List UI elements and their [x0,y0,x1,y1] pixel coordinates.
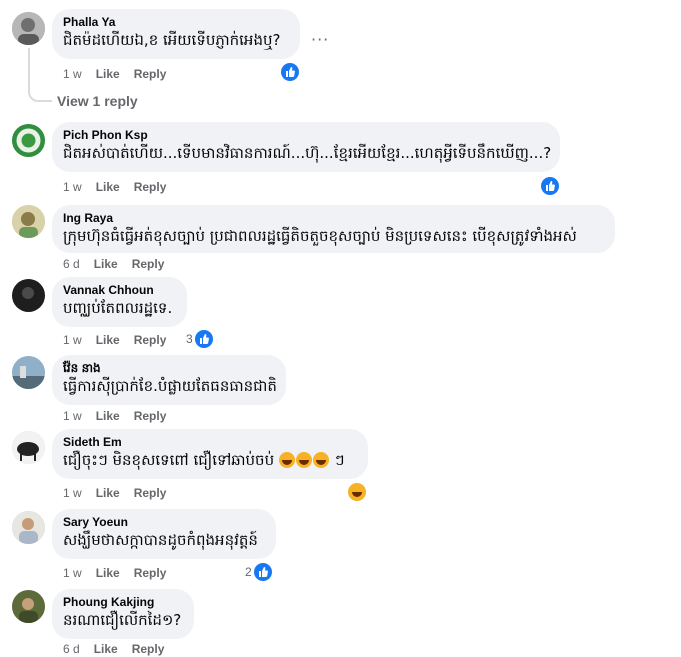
comment-bubble: Sary Yoeun សង្ឃឹមថាសក្កាបានដូចកំពុងអនុវត… [52,509,276,559]
reaction-summary[interactable] [541,177,559,195]
comment-text: នរណាជឿលើកដៃ១? [63,611,182,629]
avatar[interactable] [12,124,45,157]
reaction-count: 3 [186,332,193,346]
comment-actions: 6 d Like Reply [63,257,178,271]
like-button[interactable]: Like [96,486,120,500]
comment-bubble: Sideth Em ជឿចុះៗ មិនខុសទេពៅ ជឿទៅឆាប់ចប់ … [52,429,368,479]
comment-actions: 1 w Like Reply [63,67,180,81]
like-button[interactable]: Like [94,642,118,656]
thumbs-up-icon [194,330,213,348]
comment-author[interactable]: Sideth Em [63,435,356,450]
avatar[interactable] [12,511,45,544]
more-options-icon[interactable]: ··· [311,30,329,49]
reaction-summary[interactable]: 3 [186,330,213,348]
reply-button[interactable]: Reply [134,486,167,500]
avatar[interactable] [12,356,45,389]
comment-actions: 1 w Like Reply [63,180,180,194]
thumbs-up-icon [253,563,272,581]
comment-time[interactable]: 1 w [63,486,82,500]
comment-actions: 1 w Like Reply [63,333,180,347]
comment-text: ធ្វើការស៊ីប្រាក់ខែ.បំផ្លាយតែធនធានជាតិ [63,377,277,395]
reply-button[interactable]: Reply [134,333,167,347]
comment-text: ជឿចុះៗ មិនខុសទេពៅ ជឿទៅឆាប់ចប់ ៗ [63,450,356,470]
comment-text-suffix: ៗ [334,451,345,469]
comment-author[interactable]: Ing Raya [63,211,603,226]
reaction-summary[interactable]: 2 [245,563,272,581]
like-button[interactable]: Like [96,333,120,347]
like-button[interactable]: Like [94,257,118,271]
comment-time[interactable]: 1 w [63,333,82,347]
comment-actions: 6 d Like Reply [63,642,178,656]
avatar[interactable] [12,431,45,464]
comment-actions: 1 w Like Reply [63,409,180,423]
comment-text: សង្ឃឹមថាសក្កាបានដូចកំពុងអនុវត្តន៍ [63,531,258,549]
haha-emoji-icon [295,452,312,468]
comment-time[interactable]: 1 w [63,67,82,81]
comment-author[interactable]: Pich Phon Ksp [63,128,548,143]
like-button[interactable]: Like [96,409,120,423]
reply-button[interactable]: Reply [134,180,167,194]
reaction-summary[interactable] [348,483,366,501]
avatar[interactable] [12,590,45,623]
comment-time[interactable]: 1 w [63,180,82,194]
comment-time[interactable]: 6 d [63,642,80,656]
comment-bubble: Pich Phon Ksp ជិតអស់បាត់ហើយ...ទើបមានវិធា… [52,122,560,172]
comment-bubble: Phoung Kakjing នរណាជឿលើកដៃ១? [52,589,194,639]
comment-author[interactable]: Phalla Ya [63,15,288,30]
comment-text: ក្រុមហ៊ុនធំធ្វើអត់ខុសច្បាប់ ប្រជាពលរដ្ឋធ… [63,227,577,245]
like-button[interactable]: Like [96,180,120,194]
comment-bubble: វ៉ែន នាង ធ្វើការស៊ីប្រាក់ខែ.បំផ្លាយតែធនធ… [52,355,286,405]
haha-emoji-icon [312,452,329,468]
avatar[interactable] [12,12,45,45]
comment-text: បញ្ឈប់តែពលរដ្ឋទេ. [63,299,173,317]
comment-text-main: ជឿចុះៗ មិនខុសទេពៅ ជឿទៅឆាប់ចប់ [63,451,275,469]
reply-button[interactable]: Reply [134,566,167,580]
comment-actions: 1 w Like Reply [63,566,180,580]
like-button[interactable]: Like [96,67,120,81]
avatar[interactable] [12,205,45,238]
reaction-summary[interactable] [281,63,299,81]
haha-emoji-icon [278,452,295,468]
reaction-count: 2 [245,565,252,579]
comment-bubble: Phalla Ya ជិតម៉ដហើយឯ,ខ អើយទើបភ្ញាក់អេងឬ? [52,9,300,59]
comment-text: ជិតម៉ដហើយឯ,ខ អើយទើបភ្ញាក់អេងឬ? [63,31,281,49]
reply-thread-line [28,48,52,102]
reply-button[interactable]: Reply [134,409,167,423]
comment-time[interactable]: 1 w [63,409,82,423]
reply-button[interactable]: Reply [132,257,165,271]
comment-bubble: Vannak Chhoun បញ្ឈប់តែពលរដ្ឋទេ. [52,277,187,327]
avatar[interactable] [12,279,45,312]
comment-text: ជិតអស់បាត់ហើយ...ទើបមានវិធានការណ៍...ហ៊ុ..… [63,144,552,162]
comment-actions: 1 w Like Reply [63,486,180,500]
view-replies-link[interactable]: View 1 reply [57,93,138,109]
thumbs-up-icon [281,63,299,81]
like-button[interactable]: Like [96,566,120,580]
comment-time[interactable]: 1 w [63,566,82,580]
reply-button[interactable]: Reply [132,642,165,656]
comment-author[interactable]: វ៉ែន នាង [63,361,274,376]
comment-time[interactable]: 6 d [63,257,80,271]
comment-bubble: Ing Raya ក្រុមហ៊ុនធំធ្វើអត់ខុសច្បាប់ ប្រ… [52,205,615,253]
thumbs-up-icon [541,177,559,195]
comment-author[interactable]: Vannak Chhoun [63,283,175,298]
haha-emoji-icon [348,483,366,501]
comment-author[interactable]: Sary Yoeun [63,515,264,530]
comment-author[interactable]: Phoung Kakjing [63,595,182,610]
reply-button[interactable]: Reply [134,67,167,81]
